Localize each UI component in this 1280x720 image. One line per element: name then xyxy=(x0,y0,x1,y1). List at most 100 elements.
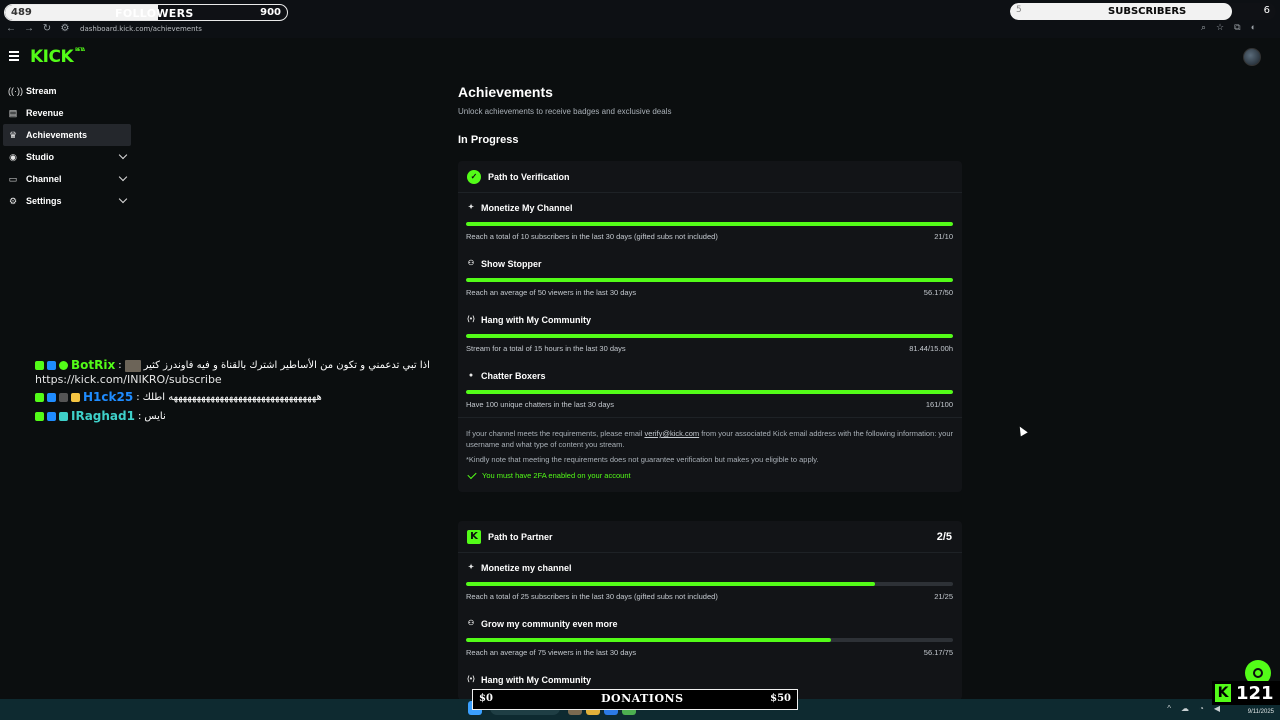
requirement-title: Monetize my channel xyxy=(481,563,572,573)
progress-track xyxy=(466,582,953,586)
reload-icon[interactable]: ↻ xyxy=(40,22,54,36)
requirement-2fa: You must have 2FA enabled on your accoun… xyxy=(466,469,954,480)
achievements-main: Achievements Unlock achievements to rece… xyxy=(458,84,962,146)
wifi-icon[interactable]: ◔ xyxy=(1199,704,1204,713)
sparkle-icon: ✦ xyxy=(468,204,474,211)
card-progress-count: 2/5 xyxy=(936,531,952,543)
donations-min: $0 xyxy=(479,693,493,704)
progress-track xyxy=(466,390,953,394)
sidebar-item-achievements[interactable]: ♛ Achievements xyxy=(3,124,131,146)
requirement-title-row: ⚇ Grow my community even more xyxy=(467,619,618,629)
requirement-item: ● Chatter Boxers Have 100 unique chatters … xyxy=(458,361,962,417)
requirement-description: Reach a total of 25 subscribers in the l… xyxy=(466,592,718,601)
og-badge-icon xyxy=(59,393,68,402)
channel-icon: ▭ xyxy=(8,174,18,184)
logo-beta-badge: BETA xyxy=(75,47,85,52)
help-icon xyxy=(1253,668,1263,678)
sidebar-item-label: Revenue xyxy=(26,108,64,118)
progress-track xyxy=(466,222,953,226)
broadcast-icon: ⟨•⟩ xyxy=(467,316,475,323)
zoom-icon[interactable]: ⌕ xyxy=(1201,22,1206,33)
profile-icon[interactable]: ◐ xyxy=(1251,22,1256,33)
logo-text: KICK xyxy=(30,47,74,67)
moderator-badge-icon xyxy=(47,361,56,370)
taskbar-date: 9/11/2025 xyxy=(1247,709,1274,715)
chat-message: IRaghad1 : نايس xyxy=(35,407,435,426)
trophy-icon: ♛ xyxy=(8,130,18,140)
wallet-icon: ▤ xyxy=(8,108,18,118)
progress-fill xyxy=(466,582,876,586)
moderator-badge-icon xyxy=(47,393,56,402)
chevron-down-icon[interactable] xyxy=(118,150,128,160)
requirement-title: Hang with My Community xyxy=(481,675,591,685)
kick-logo[interactable]: KICK BETA xyxy=(30,47,85,67)
verification-info: If your channel meets the requirements, … xyxy=(458,417,962,492)
progress-fill xyxy=(466,390,953,394)
cloud-icon[interactable]: ☁ xyxy=(1181,704,1189,713)
requirement-description: Reach an average of 50 viewers in the la… xyxy=(466,288,637,297)
chevron-down-icon[interactable] xyxy=(118,194,128,204)
requirement-value: 56.17/50 xyxy=(923,288,953,297)
users-icon: ⚇ xyxy=(467,620,475,627)
mouse-cursor xyxy=(1016,424,1028,437)
chat-message: H1ck25 : ههههههههههههههههههههههههههههههه… xyxy=(35,388,435,407)
broadcast-icon: ((·)) xyxy=(8,86,23,96)
info-text-before: If your channel meets the requirements, … xyxy=(466,429,645,438)
chevron-up-icon[interactable]: ^ xyxy=(1167,704,1171,713)
requirement-title-row: ⟨•⟩ Hang with My Community xyxy=(467,315,591,325)
sidebar-item-channel[interactable]: ▭ Channel xyxy=(3,168,131,190)
emote-image xyxy=(124,359,141,372)
verified-badge-icon xyxy=(59,361,68,370)
user-avatar[interactable] xyxy=(1243,48,1261,66)
kick-badge-icon xyxy=(35,393,44,402)
chat-username: H1ck25 xyxy=(83,390,134,404)
back-icon[interactable]: ← xyxy=(4,22,18,36)
chat-link: https://kick.com/INIKRO/subscribe xyxy=(35,373,222,386)
forward-icon[interactable]: → xyxy=(22,22,36,36)
card-title: Path to Partner xyxy=(488,531,553,542)
verified-check-icon: ✓ xyxy=(467,169,481,184)
gear-icon: ⚙ xyxy=(8,196,18,206)
info-note: *Kindly note that meeting the requiremen… xyxy=(466,455,819,464)
chat-overlay: BotRix : اذا تبي تدعمني و تكون من الأساط… xyxy=(35,356,435,426)
followers-goal-bar: 489 FOLLOWERS 900 xyxy=(4,4,288,21)
volume-icon[interactable]: ◀ xyxy=(1214,704,1220,713)
kick-k-icon: K xyxy=(1215,684,1231,702)
sidebar-item-stream[interactable]: ((·)) Stream xyxy=(3,80,131,102)
studio-icon: ◉ xyxy=(9,152,17,162)
users-icon: ⚇ xyxy=(467,260,475,267)
requirement-item: ⟨•⟩ Hang with My Community Stream for a to… xyxy=(458,305,962,361)
section-title-in-progress: In Progress xyxy=(458,134,519,146)
broadcast-icon: ⟨•⟩ xyxy=(467,676,475,683)
chevron-down-icon[interactable] xyxy=(118,172,128,182)
progress-fill xyxy=(466,222,953,226)
donations-max: $50 xyxy=(770,693,791,704)
requirement-description: Stream for a total of 15 hours in the la… xyxy=(466,344,626,353)
chat-username: IRaghad1 xyxy=(71,409,135,423)
sidebar-item-settings[interactable]: ⚙ Settings xyxy=(3,190,131,212)
chat-text: ههههههههههههههههههههههههههههههههه اطلك xyxy=(142,392,322,403)
extensions-icon[interactable]: ⧉ xyxy=(1234,22,1240,33)
requirement-description: Have 100 unique chatters in the last 30 … xyxy=(466,400,615,409)
progress-fill xyxy=(466,278,953,282)
menu-icon[interactable] xyxy=(9,51,19,61)
site-info-icon[interactable]: ⚙ xyxy=(58,22,72,36)
sidebar-item-label: Achievements xyxy=(26,130,88,140)
requirement-description: Reach a total of 10 subscribers in the l… xyxy=(466,232,718,241)
requirement-title-row: ⚇ Show Stopper xyxy=(467,259,542,269)
sidebar-item-revenue[interactable]: ▤ Revenue xyxy=(3,102,131,124)
url-text[interactable]: dashboard.kick.com/achievements xyxy=(80,25,202,33)
verify-email-link[interactable]: verify@kick.com xyxy=(644,429,699,438)
requirement-title: Monetize My Channel xyxy=(481,203,573,213)
card-header: K Path to Partner 2/5 xyxy=(458,521,962,553)
sidebar-item-studio[interactable]: ◉ Studio xyxy=(3,146,131,168)
requirement-item: ⚇ Grow my community even more Reach an ave… xyxy=(458,609,962,665)
requirement-value: 81.44/15.00h xyxy=(909,344,953,353)
requirement-title: Show Stopper xyxy=(481,259,542,269)
requirement-description: Reach an average of 75 viewers in the la… xyxy=(466,648,637,657)
check-text: You must have 2FA enabled on your accoun… xyxy=(482,471,631,480)
followers-current: 489 xyxy=(11,7,32,18)
kick-k-icon: K xyxy=(467,529,481,544)
bookmark-star-icon[interactable]: ☆ xyxy=(1216,22,1224,33)
requirement-title-row: ✦ Monetize my channel xyxy=(467,563,572,573)
